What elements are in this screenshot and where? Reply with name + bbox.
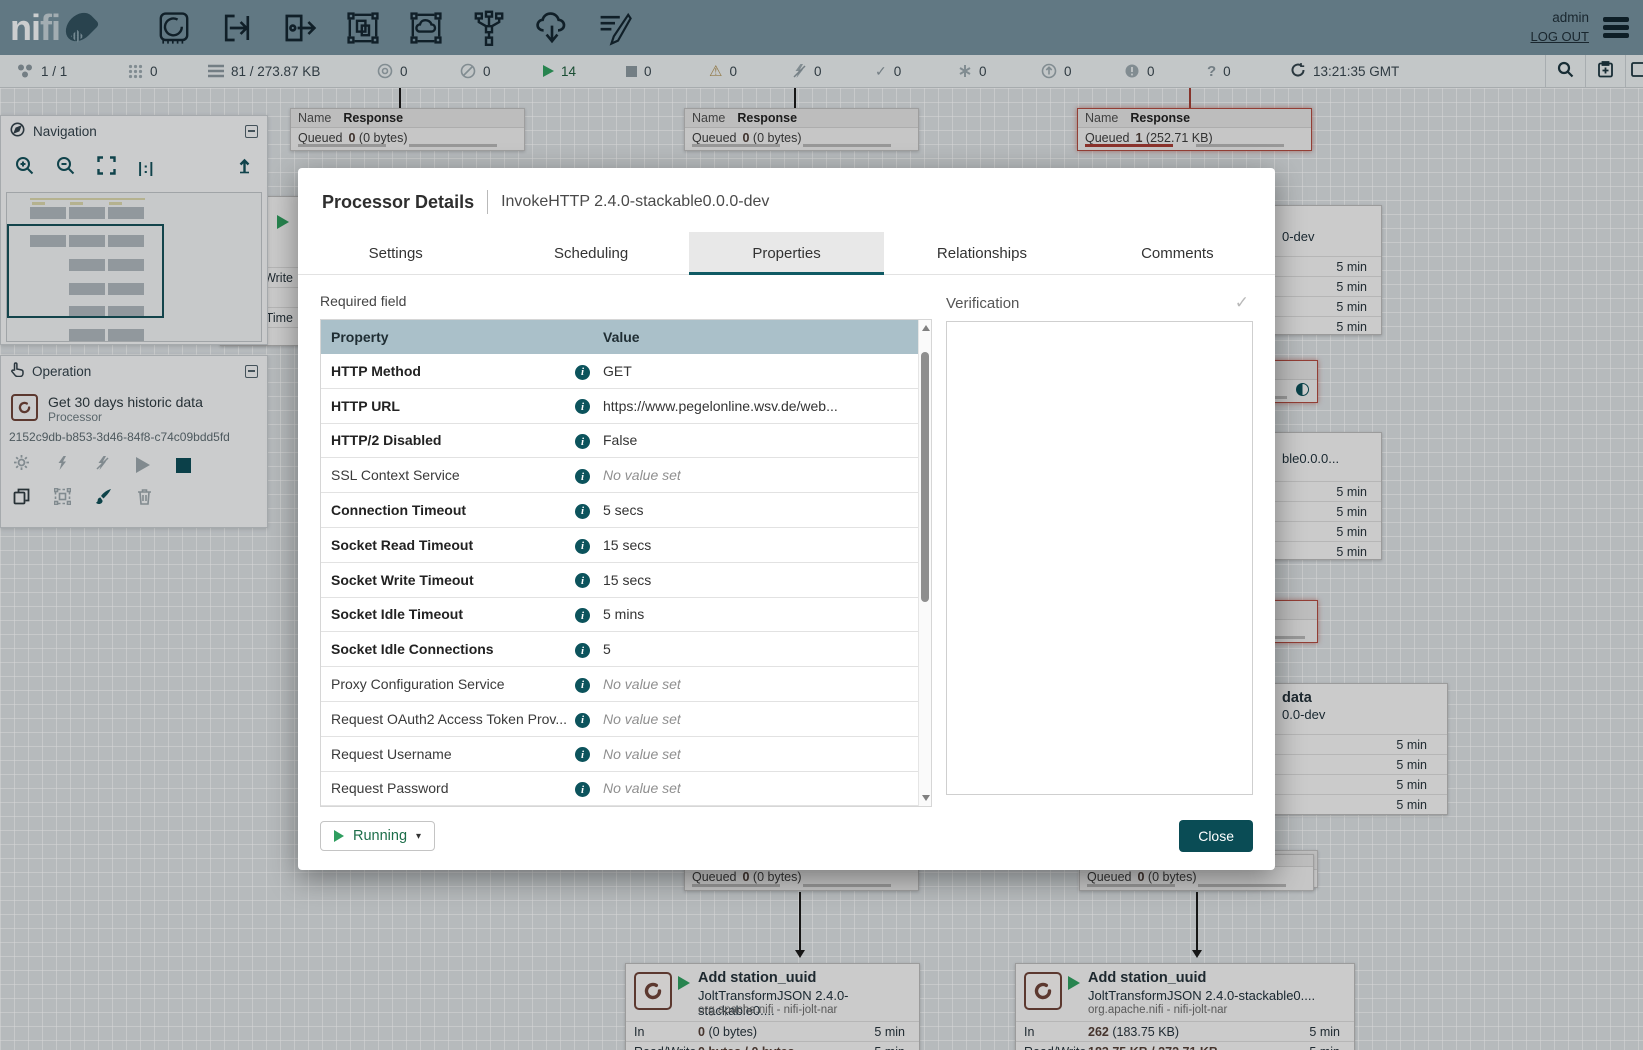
table-row[interactable]: Socket Idle Connectionsi5 (321, 632, 931, 667)
dialog-subtitle: InvokeHTTP 2.4.0-stackable0.0.0-dev (501, 193, 769, 211)
verification-label: Verification (946, 295, 1019, 312)
tab-relationships[interactable]: Relationships (884, 232, 1079, 275)
running-status-icon (334, 830, 344, 842)
verify-check-icon[interactable]: ✓ (1235, 293, 1249, 313)
table-row[interactable]: Connection Timeouti5 secs (321, 493, 931, 528)
tab-settings[interactable]: Settings (298, 232, 493, 275)
close-button[interactable]: Close (1179, 820, 1253, 852)
tab-scheduling[interactable]: Scheduling (493, 232, 688, 275)
dialog-title: Processor Details (322, 192, 474, 213)
scroll-down-icon[interactable] (922, 795, 930, 801)
info-icon[interactable]: i (575, 571, 603, 589)
properties-column: Required field Property Value HTTP Metho… (320, 283, 932, 807)
table-header: Property Value (321, 320, 931, 354)
verification-column: Verification ✓ (946, 283, 1253, 807)
table-row[interactable]: Socket Write Timeouti15 secs (321, 563, 931, 598)
chevron-down-icon: ▾ (416, 831, 421, 842)
info-icon[interactable]: i (575, 536, 603, 554)
required-field-label: Required field (320, 293, 932, 309)
table-row[interactable]: HTTP URLihttps://www.pegelonline.wsv.de/… (321, 389, 931, 424)
info-icon[interactable]: i (575, 432, 603, 450)
info-icon[interactable]: i (575, 397, 603, 415)
properties-table: Property Value HTTP MethodiGET HTTP URLi… (320, 319, 932, 807)
info-icon[interactable]: i (575, 710, 603, 728)
run-status-button[interactable]: Running ▾ (320, 821, 435, 851)
table-row[interactable]: Proxy Configuration ServiceiNo value set (321, 667, 931, 702)
info-icon[interactable]: i (575, 362, 603, 380)
title-divider (487, 190, 488, 214)
table-row[interactable]: HTTP MethodiGET (321, 354, 931, 389)
table-row[interactable]: Request PasswordiNo value set (321, 772, 931, 806)
info-icon[interactable]: i (575, 745, 603, 763)
info-icon[interactable]: i (575, 606, 603, 624)
table-row[interactable]: Socket Idle Timeouti5 mins (321, 598, 931, 633)
dialog-tabs: Settings Scheduling Properties Relations… (298, 232, 1275, 275)
info-icon[interactable]: i (575, 501, 603, 519)
info-icon[interactable]: i (575, 641, 603, 659)
table-scrollbar[interactable] (918, 320, 931, 806)
verification-results (946, 321, 1253, 795)
table-row[interactable]: Socket Read Timeouti15 secs (321, 528, 931, 563)
tab-comments[interactable]: Comments (1080, 232, 1275, 275)
scroll-up-icon[interactable] (922, 325, 930, 331)
scrollbar-thumb[interactable] (921, 352, 929, 602)
table-row[interactable]: SSL Context ServiceiNo value set (321, 458, 931, 493)
processor-details-dialog: Processor Details InvokeHTTP 2.4.0-stack… (298, 168, 1275, 870)
table-row[interactable]: Request OAuth2 Access Token Prov...iNo v… (321, 702, 931, 737)
info-icon[interactable]: i (575, 780, 603, 798)
column-value: Value (603, 329, 640, 345)
info-icon[interactable]: i (575, 675, 603, 693)
table-row[interactable]: Request UsernameiNo value set (321, 737, 931, 772)
info-icon[interactable]: i (575, 467, 603, 485)
table-row[interactable]: HTTP/2 DisablediFalse (321, 424, 931, 459)
column-property: Property (331, 329, 603, 345)
tab-properties[interactable]: Properties (689, 232, 884, 275)
